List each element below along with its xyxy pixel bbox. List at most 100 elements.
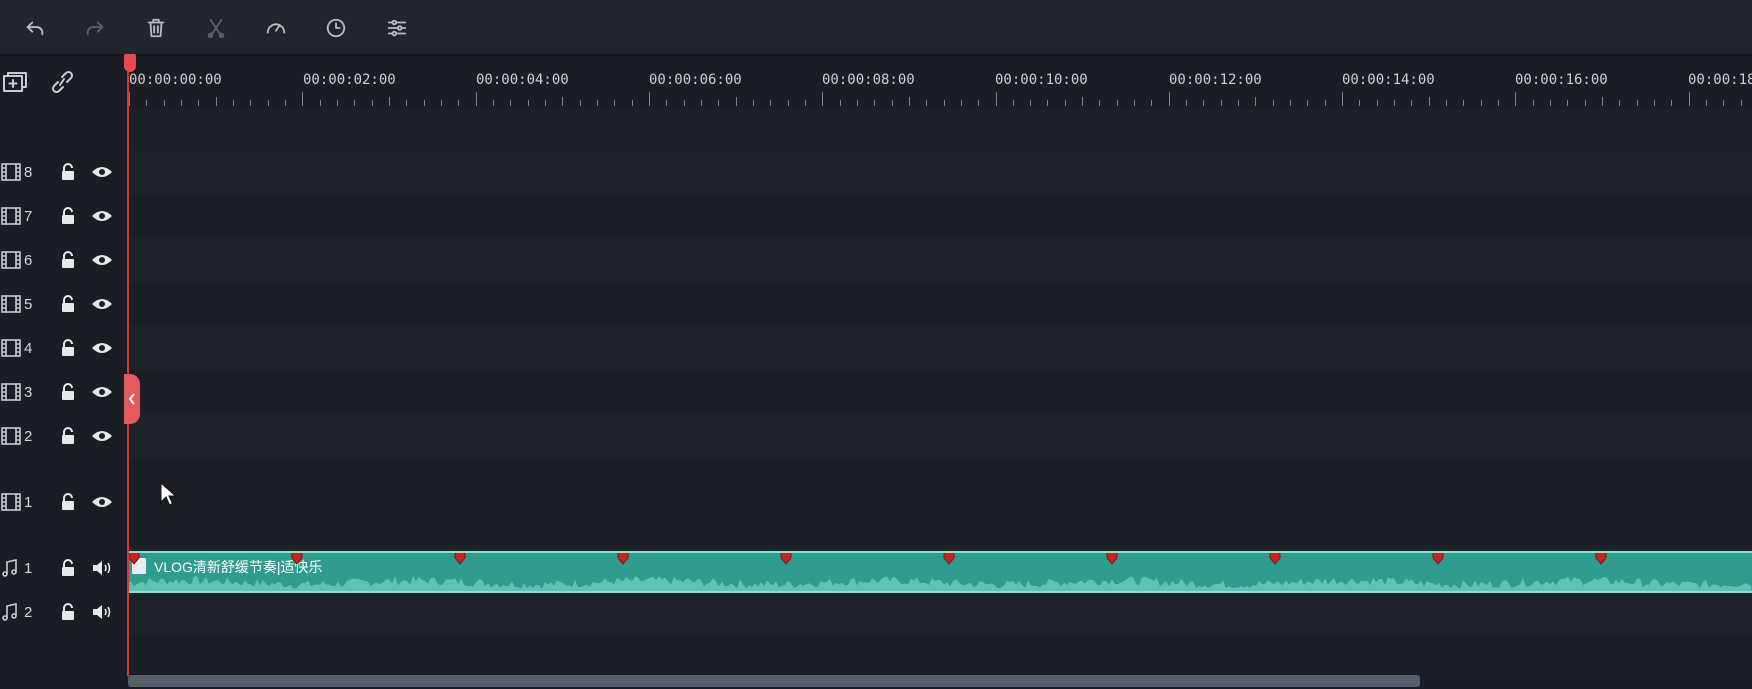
ruler-tick bbox=[1463, 100, 1465, 106]
playhead-handle[interactable] bbox=[124, 54, 136, 72]
ruler-tick bbox=[562, 97, 564, 106]
lock-icon[interactable] bbox=[60, 603, 76, 621]
beat-marker-icon[interactable] bbox=[291, 551, 303, 565]
eye-icon[interactable] bbox=[91, 163, 113, 181]
eye-icon[interactable] bbox=[91, 427, 113, 445]
film-icon bbox=[1, 383, 21, 401]
music-note-icon bbox=[1, 559, 21, 577]
lock-icon[interactable] bbox=[60, 295, 76, 313]
duration-button[interactable] bbox=[321, 13, 351, 43]
eye-icon[interactable] bbox=[91, 295, 113, 313]
trash-icon bbox=[147, 18, 165, 38]
ruler-label: 00:00:12:00 bbox=[1169, 72, 1262, 88]
eye-icon[interactable] bbox=[91, 207, 113, 225]
mouse-cursor-icon bbox=[160, 482, 177, 506]
speedometer-icon bbox=[266, 23, 286, 34]
ruler-tick bbox=[1099, 100, 1101, 106]
lock-icon[interactable] bbox=[60, 251, 76, 269]
audio-clip[interactable]: VLOG清新舒缓节奏|适快乐 bbox=[128, 551, 1752, 593]
horizontal-scrollbar[interactable] bbox=[128, 675, 1420, 687]
music-note-icon bbox=[1, 603, 21, 621]
video-track-8: 8 bbox=[0, 150, 1752, 194]
cut-button[interactable] bbox=[201, 13, 231, 43]
lock-icon[interactable] bbox=[60, 163, 76, 181]
film-icon bbox=[1, 427, 21, 445]
beat-marker-icon[interactable] bbox=[780, 551, 792, 565]
ruler-tick bbox=[284, 100, 286, 106]
video-track-lane[interactable] bbox=[128, 282, 1752, 326]
video-track-lane[interactable] bbox=[128, 458, 1752, 546]
track-number: 2 bbox=[24, 427, 33, 445]
speed-button[interactable] bbox=[261, 13, 291, 43]
video-track-lane[interactable] bbox=[128, 150, 1752, 194]
beat-marker-icon[interactable] bbox=[1269, 551, 1281, 565]
ruler-tick bbox=[1394, 100, 1396, 106]
ruler-tick bbox=[146, 100, 148, 106]
lock-icon[interactable] bbox=[60, 339, 76, 357]
video-track-header: 5 bbox=[0, 282, 126, 326]
redo-button[interactable] bbox=[80, 13, 110, 43]
video-track-lane[interactable] bbox=[128, 194, 1752, 238]
ruler-tick bbox=[683, 100, 685, 106]
ruler-tick bbox=[1515, 92, 1517, 106]
lock-icon[interactable] bbox=[60, 559, 76, 577]
track-number: 2 bbox=[24, 603, 33, 621]
lock-icon[interactable] bbox=[60, 493, 76, 511]
eye-icon[interactable] bbox=[91, 339, 113, 357]
film-icon bbox=[1, 339, 21, 357]
ruler-tick bbox=[1480, 100, 1482, 106]
eye-icon[interactable] bbox=[91, 493, 113, 511]
lock-icon[interactable] bbox=[60, 383, 76, 401]
empty-lane[interactable] bbox=[128, 634, 1752, 674]
track-number: 5 bbox=[24, 295, 33, 313]
beat-marker-icon[interactable] bbox=[617, 551, 629, 565]
clock-icon bbox=[326, 18, 346, 38]
video-track-2: 2 bbox=[0, 414, 1752, 458]
video-track-6: 6 bbox=[0, 238, 1752, 282]
ruler-tick bbox=[250, 100, 252, 106]
link-button[interactable] bbox=[48, 68, 76, 96]
audio-track-lane[interactable] bbox=[128, 590, 1752, 634]
eye-icon[interactable] bbox=[91, 383, 113, 401]
video-track-lane[interactable] bbox=[128, 414, 1752, 458]
video-track-header: 8 bbox=[0, 150, 126, 194]
beat-marker-icon[interactable] bbox=[1106, 551, 1118, 565]
ruler-tick bbox=[891, 100, 893, 106]
speaker-icon[interactable] bbox=[91, 559, 113, 577]
speaker-icon[interactable] bbox=[91, 603, 113, 621]
beat-marker-icon[interactable] bbox=[1595, 551, 1607, 565]
empty-lane[interactable] bbox=[128, 108, 1752, 150]
playhead-line[interactable] bbox=[127, 56, 129, 676]
timeline-ruler[interactable]: 00:00:00:00 00:00:02:00 00:00:04:00 00:0… bbox=[128, 56, 1752, 108]
video-track-4: 4 bbox=[0, 326, 1752, 370]
film-icon bbox=[1, 163, 21, 181]
undo-button[interactable] bbox=[20, 13, 50, 43]
video-track-header: 7 bbox=[0, 194, 126, 238]
ruler-label: 00:00:10:00 bbox=[995, 72, 1088, 88]
ruler-tick bbox=[1116, 100, 1118, 106]
ruler-tick bbox=[475, 92, 477, 106]
adjust-button[interactable] bbox=[382, 13, 412, 43]
video-track-lane[interactable] bbox=[128, 370, 1752, 414]
ruler-tick bbox=[215, 97, 217, 106]
beat-marker-icon[interactable] bbox=[943, 551, 955, 565]
ruler-tick bbox=[787, 100, 789, 106]
beat-marker-icon[interactable] bbox=[1432, 551, 1444, 565]
collapse-handle[interactable] bbox=[124, 374, 140, 424]
ruler-tick bbox=[804, 100, 806, 106]
add-track-button[interactable] bbox=[1, 68, 29, 96]
video-track-lane[interactable] bbox=[128, 326, 1752, 370]
beat-marker-icon[interactable] bbox=[128, 551, 140, 565]
video-track-lane[interactable] bbox=[128, 238, 1752, 282]
audio-waveform bbox=[128, 576, 1752, 591]
eye-icon[interactable] bbox=[91, 251, 113, 269]
lock-icon[interactable] bbox=[60, 207, 76, 225]
video-track-header: 6 bbox=[0, 238, 126, 282]
beat-marker-icon[interactable] bbox=[454, 551, 466, 565]
lock-icon[interactable] bbox=[60, 427, 76, 445]
ruler-tick bbox=[735, 97, 737, 106]
ruler-tick bbox=[423, 100, 425, 106]
ruler-tick bbox=[1359, 100, 1361, 106]
delete-button[interactable] bbox=[141, 13, 171, 43]
ruler-tick bbox=[978, 100, 980, 106]
